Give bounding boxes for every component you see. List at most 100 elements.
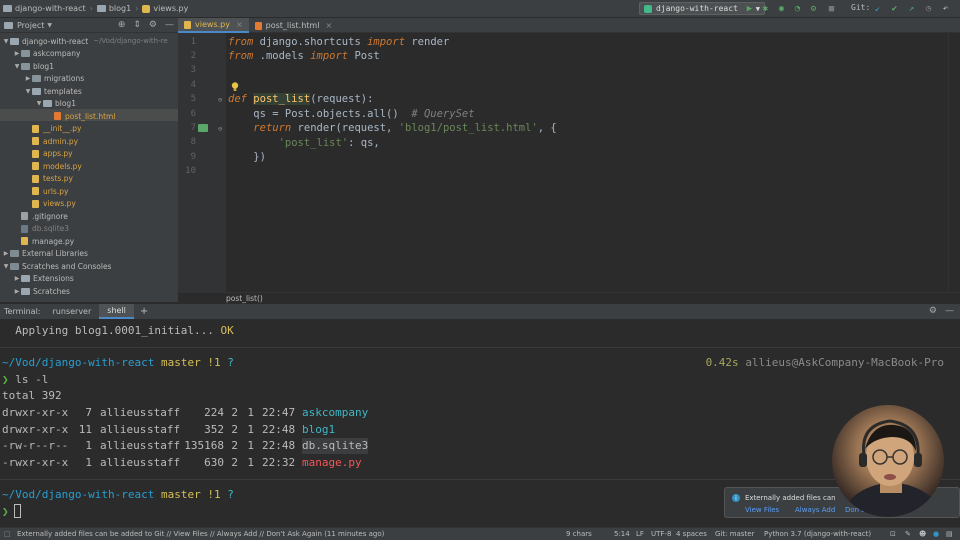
tree-item[interactable]: __init__.py — [24, 123, 81, 135]
tree-item[interactable]: views.py — [24, 198, 76, 210]
file-encoding[interactable]: UTF-8 — [651, 530, 671, 538]
tree-item[interactable]: .gitignore — [13, 210, 68, 222]
line-gutter: 1 2 3 4 5 6 7 8 9 10 ⊖ ⊖ — [178, 33, 226, 292]
tree-item[interactable]: ▶ migrations — [24, 73, 84, 85]
concurrency-icon[interactable]: ⚙ — [808, 3, 819, 14]
tree-item[interactable]: ▼ templates — [24, 85, 82, 97]
minimize-icon[interactable]: — — [165, 20, 174, 30]
gear-icon[interactable]: ⚙ — [149, 20, 157, 30]
git-history-icon[interactable]: ◷ — [923, 3, 934, 14]
tree-item[interactable]: db.sqlite3 — [13, 223, 69, 235]
profile-icon[interactable]: ◔ — [792, 3, 803, 14]
tree-item[interactable]: post_list.html — [46, 110, 115, 122]
code-breadcrumb[interactable]: post_list() — [178, 292, 960, 304]
python-file-icon — [32, 124, 39, 133]
tree-item[interactable]: manage.py — [13, 235, 74, 247]
tree-item[interactable]: ▶ Scratches — [13, 285, 70, 297]
tree-item-label: blog1 — [33, 61, 54, 71]
tree-item[interactable]: ▼ django-with-react ~/Vod/django-with-re — [2, 35, 168, 47]
tree-item[interactable]: models.py — [24, 160, 82, 172]
database-icon — [21, 224, 28, 233]
run-icon[interactable]: ▶ — [744, 3, 755, 14]
tree-item[interactable]: apps.py — [24, 148, 73, 160]
event-icon[interactable]: ✎ — [905, 530, 911, 538]
template-gutter-icon[interactable] — [198, 124, 208, 132]
add-terminal-button[interactable]: + — [134, 306, 154, 317]
ls-links: 1 — [85, 455, 92, 469]
tree-item-label: admin.py — [43, 136, 79, 146]
tree-item[interactable]: ▼ blog1 — [35, 98, 76, 110]
chevron-down-icon[interactable]: ▼ — [35, 100, 43, 107]
chevron-down-icon[interactable]: ▼ — [2, 38, 10, 45]
always-add-link[interactable]: Always Add — [795, 506, 835, 514]
tab-views-py[interactable]: views.py × — [178, 18, 249, 33]
close-icon[interactable]: × — [325, 21, 332, 30]
tree-item[interactable]: ▶ Extensions — [13, 273, 74, 285]
lightbulb-icon[interactable] — [231, 82, 239, 92]
indent-setting[interactable]: 4 spaces — [676, 530, 707, 538]
python-interpreter[interactable]: Python 3.7 (django-with-react) — [764, 530, 871, 538]
chevron-right-icon[interactable]: ▶ — [13, 50, 21, 57]
chevron-down-icon[interactable]: ▼ — [47, 22, 52, 29]
editor-scrollbar[interactable] — [948, 33, 960, 292]
tree-item[interactable]: ▼ blog1 — [13, 60, 54, 72]
line-number: 6 — [190, 109, 196, 119]
breadcrumb-file[interactable]: views.py — [139, 4, 191, 13]
coverage-icon[interactable]: ◉ — [776, 3, 787, 14]
git-update-icon[interactable]: ↙ — [872, 3, 883, 14]
chevron-down-icon[interactable]: ▼ — [24, 88, 32, 95]
cursor-position[interactable]: 5:14 — [614, 530, 630, 538]
chevron-right-icon[interactable]: ▶ — [13, 288, 21, 295]
git-commit-icon[interactable]: ✔ — [889, 3, 900, 14]
python-file-icon — [21, 237, 28, 245]
gear-icon[interactable]: ⚙ — [929, 306, 937, 316]
tree-item[interactable]: ▶ External Libraries — [2, 248, 88, 260]
debug-icon[interactable]: ✱ — [760, 3, 771, 14]
notification-icon[interactable]: ● — [933, 530, 939, 538]
tree-item[interactable]: urls.py — [24, 185, 68, 197]
tree-item-label: post_list.html — [65, 111, 116, 121]
target-icon[interactable]: ⊕ — [118, 20, 126, 30]
tree-item[interactable]: ▼ Scratches and Consoles — [2, 260, 112, 272]
chevron-down-icon[interactable]: ▼ — [13, 63, 21, 70]
chevron-right-icon[interactable]: ▶ — [13, 275, 21, 282]
chevron-right-icon[interactable]: ▶ — [2, 250, 10, 257]
stop-icon[interactable]: ■ — [826, 3, 837, 14]
git-branch[interactable]: Git: master — [715, 530, 754, 538]
status-message[interactable]: Externally added files can be added to G… — [17, 530, 384, 538]
collapse-icon[interactable]: ⇕ — [133, 20, 141, 30]
close-icon[interactable]: × — [236, 20, 243, 29]
code-line-5: def post_list(request): — [228, 93, 374, 105]
tab-runserver[interactable]: runserver — [45, 304, 100, 319]
breadcrumb-folder[interactable]: blog1 — [94, 4, 134, 13]
tree-item[interactable]: tests.py — [24, 173, 73, 185]
ls-d: 1 — [247, 406, 254, 419]
project-panel-title[interactable]: Project — [17, 21, 44, 30]
lock-icon[interactable]: ⊡ — [890, 530, 896, 538]
tree-item[interactable]: ▶ askcompany — [13, 48, 81, 60]
git-push-icon[interactable]: ↗ — [906, 3, 917, 14]
tab-shell[interactable]: shell — [99, 304, 134, 319]
ls-size: 224 — [204, 406, 224, 419]
breadcrumb-project[interactable]: django-with-react — [0, 4, 89, 13]
ls-perms: -rwxr-xr-x — [2, 455, 69, 469]
minimize-icon[interactable]: — — [945, 306, 954, 316]
git-rollback-icon[interactable]: ↶ — [940, 3, 951, 14]
fold-icon[interactable]: ⊖ — [218, 96, 222, 104]
project-tree: ▼ django-with-react ~/Vod/django-with-re ▶ a… — [0, 33, 178, 302]
memory-icon[interactable]: ▤ — [946, 530, 953, 538]
tab-post-list-html[interactable]: post_list.html × — [249, 18, 339, 33]
fold-icon[interactable]: ⊖ — [218, 125, 222, 133]
chevron-right-icon[interactable]: ▶ — [24, 75, 32, 82]
inspector-icon[interactable]: ☻ — [919, 530, 926, 538]
ls-name: askcompany — [302, 406, 369, 419]
line-number: 9 — [190, 152, 196, 162]
ls-time: 22:48 — [262, 422, 296, 436]
view-files-link[interactable]: View Files — [745, 506, 779, 514]
terminal-header: Terminal: runserver shell + ⚙ — — [0, 304, 960, 319]
status-toggle-icon[interactable]: □ — [4, 530, 11, 538]
chevron-down-icon[interactable]: ▼ — [2, 263, 10, 270]
tree-item[interactable]: admin.py — [24, 135, 78, 147]
line-separator[interactable]: LF — [636, 530, 644, 538]
code-editor[interactable]: from django.shortcuts import render from… — [226, 33, 948, 292]
